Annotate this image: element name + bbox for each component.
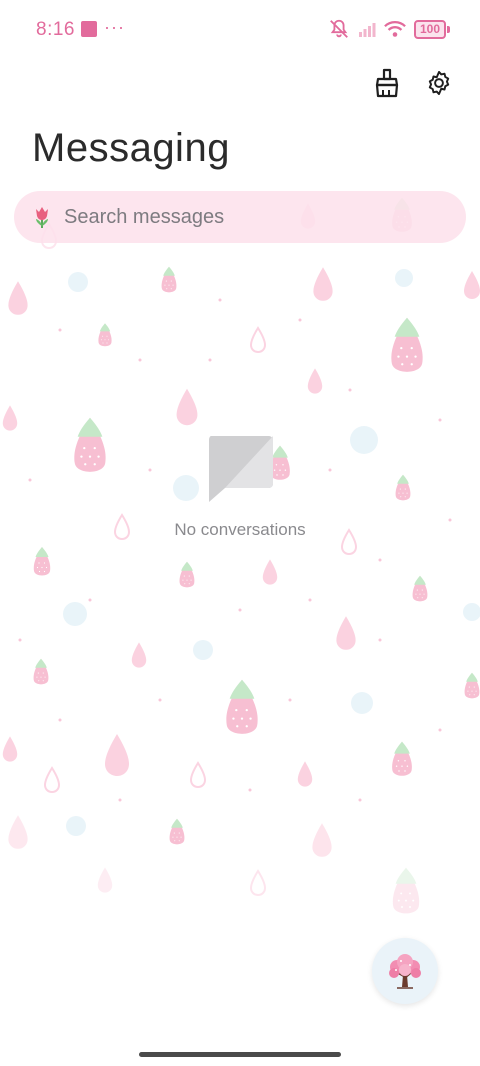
settings-button[interactable] [424,68,454,98]
search-bar[interactable]: Search messages [14,191,466,243]
cherry-blossom-tree-icon [389,954,421,989]
status-time: 8:16 [36,19,75,40]
clean-button[interactable] [372,68,402,98]
search-input[interactable]: Search messages [64,206,224,229]
message-placeholder-icon [209,436,273,502]
settings-gear-icon [428,70,450,96]
status-icons: 100 [328,18,450,40]
page-title: Messaging [32,126,230,170]
notification-square-icon [81,21,97,37]
clean-brush-icon [375,68,399,98]
mute-icon [330,19,348,38]
more-notifications-indicator: ··· [104,17,125,37]
empty-state: No conversations [0,432,480,540]
status-bar: 8:16 ··· 100 [0,0,480,60]
cell-signal-icon [359,23,376,37]
toolbar-actions [372,68,454,98]
compose-fab[interactable] [372,938,438,1004]
tulip-icon [36,207,48,228]
empty-state-message: No conversations [174,520,306,539]
gesture-nav-handle[interactable] [139,1052,341,1057]
battery-icon: 100 [414,19,450,39]
wifi-icon [384,20,406,37]
battery-level: 100 [414,19,446,39]
